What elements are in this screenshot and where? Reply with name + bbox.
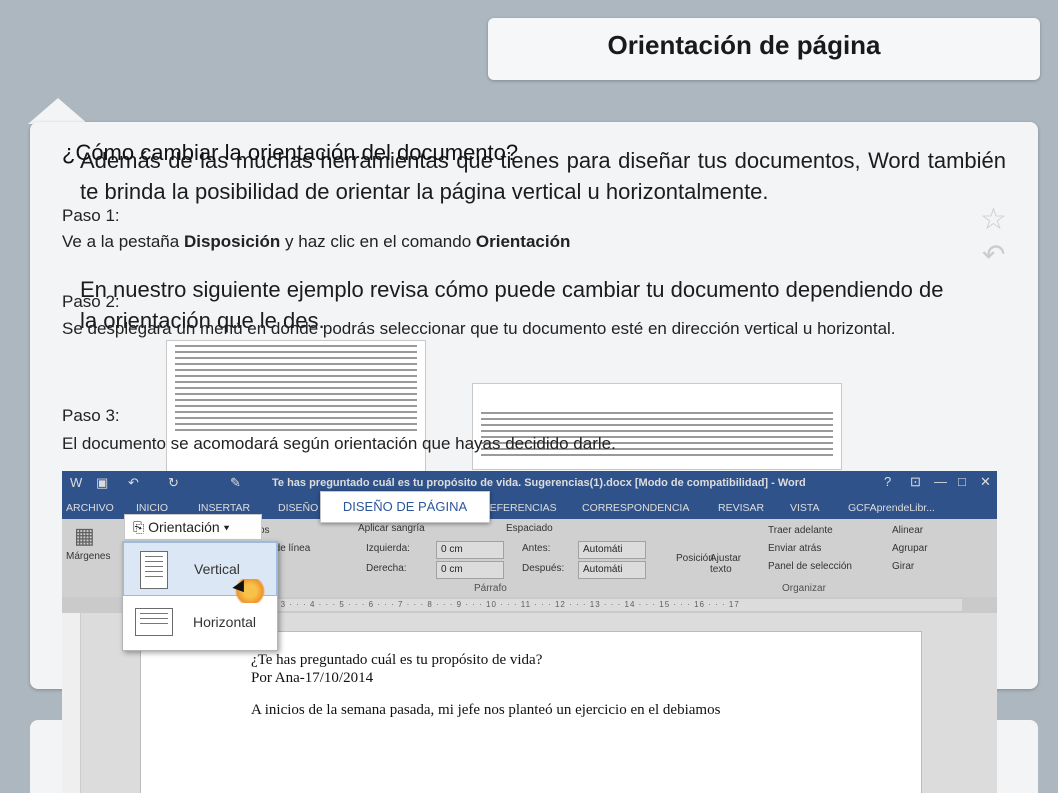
position-button[interactable]: Posición bbox=[676, 553, 714, 564]
spacing-after-label: Después: bbox=[522, 563, 565, 574]
doc-title-line: ¿Te has preguntado cuál es tu propósito … bbox=[251, 652, 543, 668]
tab-diseno[interactable]: DISEÑO bbox=[278, 502, 318, 514]
ribbon-display-icon[interactable]: ⊡ bbox=[910, 474, 921, 490]
menu-item-horizontal-label: Horizontal bbox=[193, 614, 257, 630]
window-title: Te has preguntado cuál es tu propósito d… bbox=[272, 477, 806, 489]
align-button[interactable]: Alinear bbox=[892, 525, 923, 536]
indent-right-field[interactable]: 0 cm bbox=[436, 561, 504, 579]
orientation-label: Orientación bbox=[148, 519, 220, 535]
spacing-before-field[interactable]: Automáti bbox=[578, 541, 646, 559]
group-button[interactable]: Agrupar bbox=[892, 543, 928, 554]
rotate-button[interactable]: Girar bbox=[892, 561, 914, 572]
vertical-ruler bbox=[62, 613, 81, 793]
tab-referencias[interactable]: REFERENCIAS bbox=[482, 502, 557, 514]
portrait-page-icon bbox=[140, 551, 168, 589]
step-2-text: Se desplegará un menú en donde podrás se… bbox=[62, 319, 896, 338]
ruler-scale: 1 · · · 2 · · · 3 · · · 4 · · · 5 · · · … bbox=[222, 599, 962, 611]
save-icon[interactable]: ▣ bbox=[96, 475, 108, 491]
minimize-icon[interactable]: — bbox=[934, 474, 947, 489]
quick-access-icon[interactable]: ✎ bbox=[230, 475, 241, 491]
chevron-down-icon: ▾ bbox=[219, 519, 230, 535]
star-icon[interactable]: ☆ bbox=[980, 202, 1007, 237]
landscape-page-icon bbox=[135, 608, 173, 636]
doc-body-line: A inicios de la semana pasada, mi jefe n… bbox=[251, 702, 721, 718]
redo-icon[interactable]: ↻ bbox=[168, 475, 179, 491]
back-arrow-icon[interactable]: ↶ bbox=[982, 238, 1005, 271]
tab-inicio[interactable]: INICIO bbox=[136, 502, 168, 514]
tab-diseno-de-pagina[interactable]: DISEÑO DE PÁGINA bbox=[320, 491, 490, 523]
callout-pointer bbox=[28, 98, 88, 124]
menu-item-vertical-label: Vertical bbox=[194, 561, 240, 577]
indent-right-label: Derecha: bbox=[366, 563, 407, 574]
indent-header: Aplicar sangría bbox=[358, 523, 425, 534]
help-icon[interactable]: ? bbox=[884, 474, 891, 489]
indent-left-label: Izquierda: bbox=[366, 543, 410, 554]
step-3-label: Paso 3: bbox=[62, 406, 120, 425]
account-name[interactable]: GCFAprendeLibr... bbox=[848, 502, 935, 514]
tab-revisar[interactable]: REVISAR bbox=[718, 502, 764, 514]
spacing-after-field[interactable]: Automáti bbox=[578, 561, 646, 579]
step-2-label: Paso 2: bbox=[62, 292, 120, 311]
menu-item-horizontal[interactable]: Horizontal bbox=[123, 596, 277, 650]
orientation-button[interactable]: ⎘ Orientación ▾ bbox=[124, 514, 262, 540]
step-1-label: Paso 1: bbox=[62, 206, 120, 225]
wrap-text-button[interactable]: Ajustar texto bbox=[710, 553, 754, 575]
arrange-group-label: Organizar bbox=[782, 583, 826, 594]
document-page[interactable]: ¿Te has preguntado cuál es tu propósito … bbox=[140, 631, 922, 793]
margins-icon: ▦ bbox=[74, 523, 95, 548]
word-logo-icon: W bbox=[70, 475, 83, 490]
bring-forward-button[interactable]: Traer adelante bbox=[768, 525, 833, 536]
margins-button[interactable]: Márgenes bbox=[66, 551, 110, 562]
paragraph-group-label: Párrafo bbox=[474, 583, 507, 594]
close-icon[interactable]: ✕ bbox=[980, 474, 991, 490]
orientation-icon: ⎘ bbox=[133, 519, 149, 535]
doc-author-line: Por Ana-17/10/2014 bbox=[251, 670, 374, 686]
question-heading: ¿Cómo cambiar la orientación del documen… bbox=[62, 140, 519, 165]
step-1-text: Ve a la pestaña Disposición y haz clic e… bbox=[62, 232, 571, 251]
undo-icon[interactable]: ↶ bbox=[128, 475, 139, 491]
selection-pane-button[interactable]: Panel de selección bbox=[768, 561, 852, 572]
spacing-before-label: Antes: bbox=[522, 543, 551, 554]
spacing-header: Espaciado bbox=[506, 523, 553, 534]
indent-left-field[interactable]: 0 cm bbox=[436, 541, 504, 559]
page-title: Orientación de página bbox=[607, 30, 881, 60]
maximize-icon[interactable]: □ bbox=[958, 474, 966, 489]
tab-insertar[interactable]: INSERTAR bbox=[198, 502, 250, 514]
tab-vista[interactable]: VISTA bbox=[790, 502, 820, 514]
tab-correspondencia[interactable]: CORRESPONDENCIA bbox=[582, 502, 689, 514]
word-title-bar: W ▣ ↶ ↻ ✎ Te has preguntado cuál es tu p… bbox=[62, 471, 997, 497]
send-backward-button[interactable]: Enviar atrás bbox=[768, 543, 821, 554]
tab-archivo[interactable]: ARCHIVO bbox=[66, 502, 114, 514]
step-3-text: El documento se acomodará según orientac… bbox=[62, 434, 616, 453]
word-screenshot: W ▣ ↶ ↻ ✎ Te has preguntado cuál es tu p… bbox=[62, 471, 997, 793]
